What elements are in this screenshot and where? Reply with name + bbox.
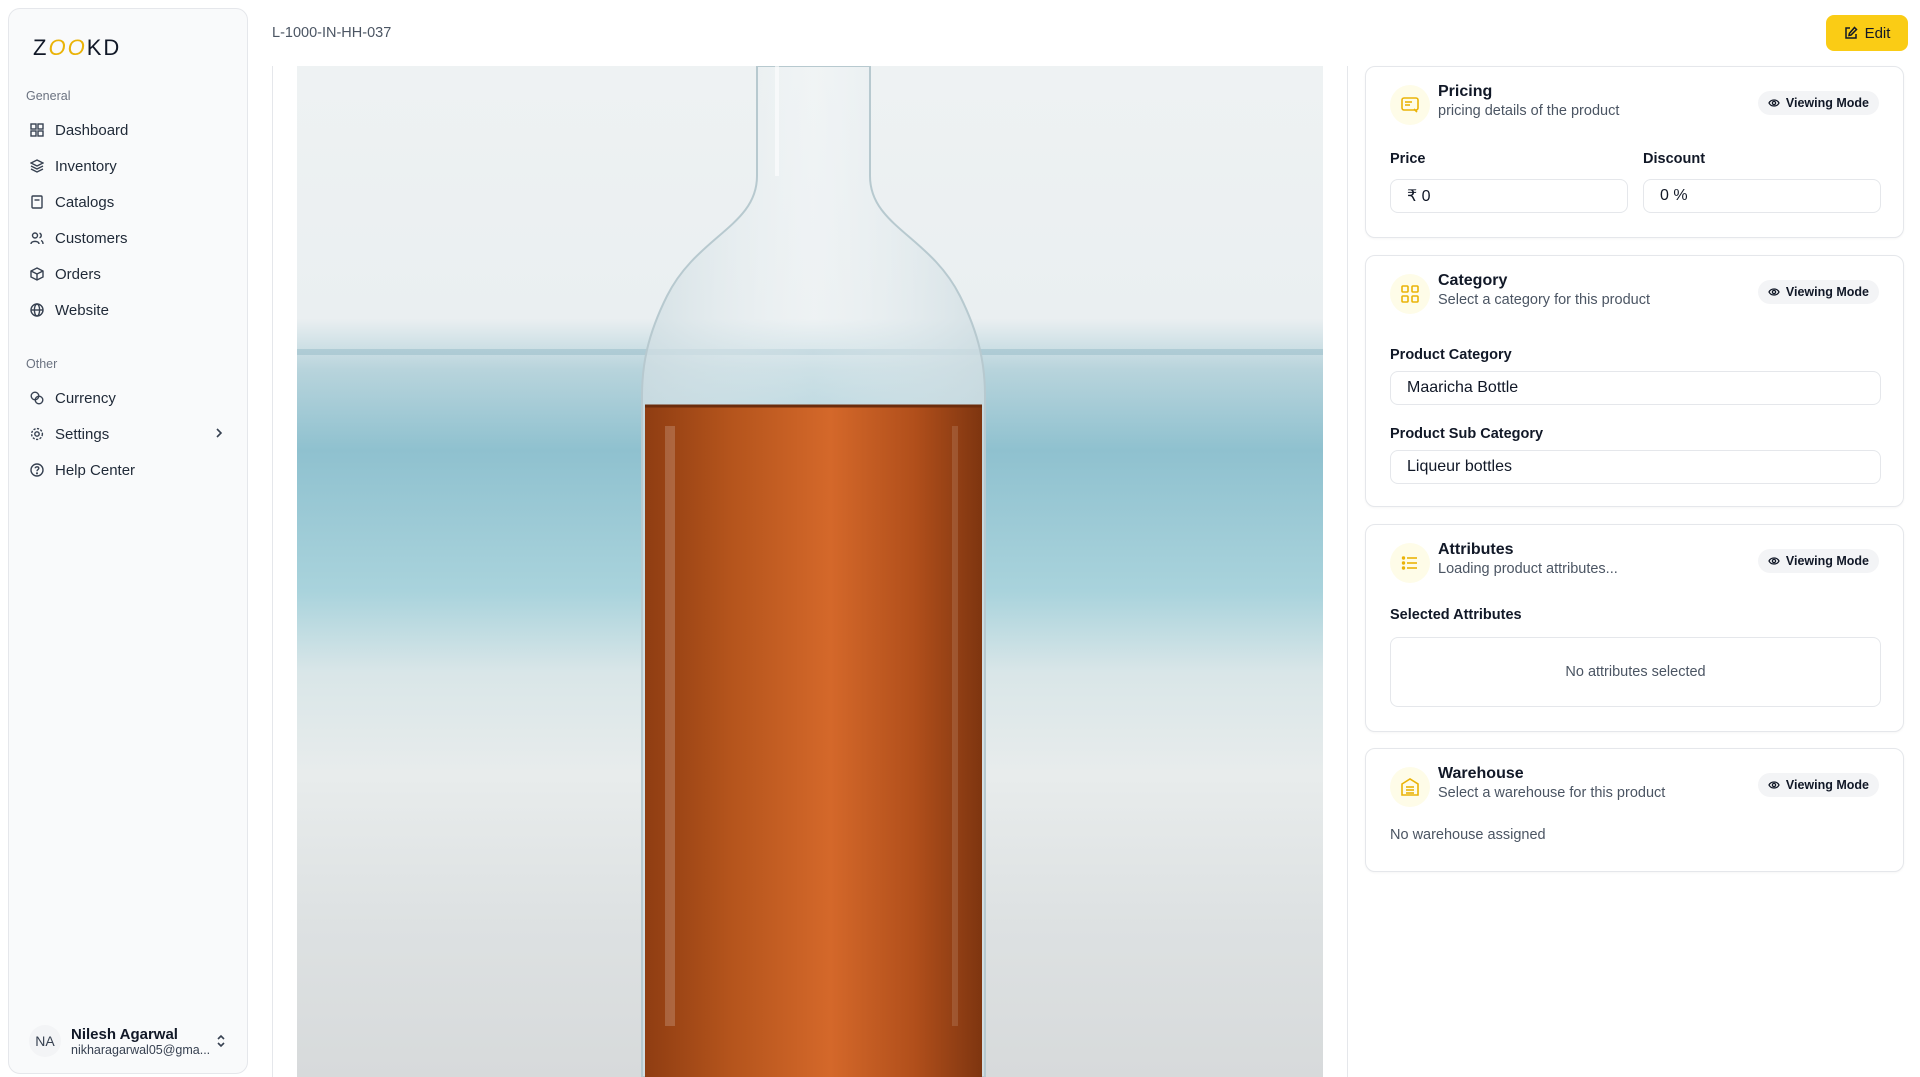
sidebar-item-label: Help Center <box>55 461 136 479</box>
sidebar-item-label: Orders <box>55 265 101 283</box>
layers-icon <box>29 158 45 174</box>
discount-label: Discount <box>1643 151 1706 167</box>
sidebar-item-label: Settings <box>55 425 110 443</box>
viewing-mode-badge: Viewing Mode <box>1757 280 1879 304</box>
sidebar: ZOOKD General Dashboard Inventory Catalo… <box>8 8 248 1074</box>
help-circle-icon <box>29 462 45 478</box>
sidebar-item-currency[interactable]: Currency <box>19 381 239 415</box>
price-label: Price <box>1390 151 1426 167</box>
chevrons-up-down-icon[interactable] <box>215 1033 227 1054</box>
sidebar-item-label: Catalogs <box>55 193 115 211</box>
viewing-mode-badge: Viewing Mode <box>1757 91 1879 115</box>
gear-icon <box>29 426 45 442</box>
product-image-panel <box>272 66 1348 1077</box>
bottle-illustration <box>641 66 986 1077</box>
discount-field[interactable]: 0 % <box>1643 179 1881 213</box>
price-field[interactable]: ₹ 0 <box>1390 179 1628 213</box>
product-sub-category-label: Product Sub Category <box>1390 426 1544 442</box>
sidebar-item-help-center[interactable]: Help Center <box>19 453 239 487</box>
dashboard-icon <box>29 122 45 138</box>
eye-icon <box>1768 780 1780 790</box>
product-sub-category-field[interactable]: Liqueur bottles <box>1390 450 1881 484</box>
pricing-card: Pricing pricing details of the product V… <box>1365 66 1904 238</box>
selected-attributes-label: Selected Attributes <box>1390 607 1522 623</box>
brand-logo[interactable]: ZOOKD <box>33 35 121 61</box>
sidebar-item-website[interactable]: Website <box>19 293 239 327</box>
globe-icon <box>29 302 45 318</box>
viewing-mode-label: Viewing Mode <box>1785 96 1869 110</box>
grid-icon <box>1390 274 1430 314</box>
breadcrumb: L-1000-IN-HH-037 <box>272 25 392 41</box>
edit-button-label: Edit <box>1864 24 1891 42</box>
receipt-icon <box>1390 85 1430 125</box>
warehouse-title: Warehouse <box>1438 765 1524 782</box>
warehouse-card: Warehouse Select a warehouse for this pr… <box>1365 748 1904 872</box>
sidebar-item-settings[interactable]: Settings <box>19 417 239 451</box>
eye-icon <box>1768 556 1780 566</box>
warehouse-icon <box>1390 767 1430 807</box>
pricing-title: Pricing <box>1438 83 1493 100</box>
attributes-subtitle: Loading product attributes... <box>1438 561 1618 577</box>
category-subtitle: Select a category for this product <box>1438 292 1650 308</box>
edit-icon <box>1844 26 1858 40</box>
logo-letters-oo: OO <box>48 35 87 60</box>
product-image <box>297 66 1323 1077</box>
logo-letters-kd: KD <box>86 35 122 60</box>
sidebar-item-label: Inventory <box>55 157 117 175</box>
coins-icon <box>29 390 45 406</box>
eye-icon <box>1768 98 1780 108</box>
viewing-mode-badge: Viewing Mode <box>1757 549 1879 573</box>
attributes-card: Attributes Loading product attributes...… <box>1365 524 1904 732</box>
edit-button[interactable]: Edit <box>1826 15 1908 51</box>
viewing-mode-label: Viewing Mode <box>1785 778 1869 792</box>
sidebar-item-customers[interactable]: Customers <box>19 221 239 255</box>
warehouse-empty-state: No warehouse assigned <box>1390 827 1546 843</box>
sidebar-section-general: General <box>26 89 71 103</box>
attributes-empty-state: No attributes selected <box>1390 637 1881 707</box>
warehouse-subtitle: Select a warehouse for this product <box>1438 785 1666 801</box>
sidebar-section-other: Other <box>26 357 58 371</box>
user-name: Nilesh Agarwal <box>71 1025 178 1043</box>
product-category-label: Product Category <box>1390 347 1512 363</box>
avatar: NA <box>29 1025 61 1057</box>
viewing-mode-badge: Viewing Mode <box>1757 773 1879 797</box>
sidebar-item-inventory[interactable]: Inventory <box>19 149 239 183</box>
attributes-title: Attributes <box>1438 541 1514 558</box>
logo-letter-z: Z <box>33 35 49 60</box>
package-icon <box>29 266 45 282</box>
viewing-mode-label: Viewing Mode <box>1785 554 1869 568</box>
user-menu[interactable]: NA Nilesh Agarwal nikharagarwal05@gma... <box>19 1019 239 1063</box>
list-icon <box>1390 543 1430 583</box>
sidebar-item-orders[interactable]: Orders <box>19 257 239 291</box>
sidebar-item-label: Dashboard <box>55 121 129 139</box>
product-category-field[interactable]: Maaricha Bottle <box>1390 371 1881 405</box>
pricing-subtitle: pricing details of the product <box>1438 103 1620 119</box>
users-icon <box>29 230 45 246</box>
book-icon <box>29 194 45 210</box>
category-title: Category <box>1438 272 1508 289</box>
sidebar-item-label: Website <box>55 301 109 319</box>
sidebar-item-dashboard[interactable]: Dashboard <box>19 113 239 147</box>
sidebar-item-label: Customers <box>55 229 128 247</box>
user-email: nikharagarwal05@gma... <box>71 1042 211 1057</box>
chevron-right-icon <box>213 426 225 444</box>
category-card: Category Select a category for this prod… <box>1365 255 1904 507</box>
eye-icon <box>1768 287 1780 297</box>
sidebar-item-catalogs[interactable]: Catalogs <box>19 185 239 219</box>
sidebar-item-label: Currency <box>55 389 116 407</box>
viewing-mode-label: Viewing Mode <box>1785 285 1869 299</box>
